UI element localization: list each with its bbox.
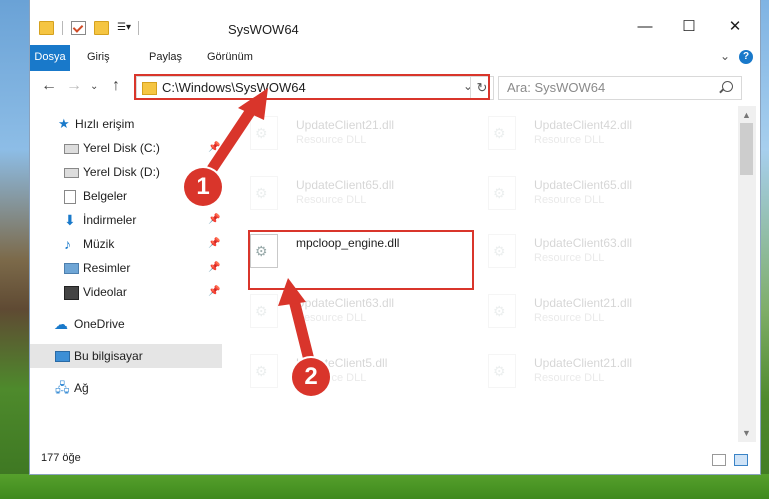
step-2-badge: 2 [292, 358, 330, 396]
desktop-background-bottom [0, 474, 769, 499]
step-1-badge: 1 [184, 168, 222, 206]
arrow-2-head [278, 278, 306, 306]
explorer-window: ☰▾ SysWOW64 — ☐ ✕ Dosya Giriş Paylaş Gör… [30, 0, 760, 474]
annotation-arrows [204, 88, 318, 378]
arrow-1-shaft [204, 100, 260, 178]
desktop-background-left [0, 0, 30, 499]
